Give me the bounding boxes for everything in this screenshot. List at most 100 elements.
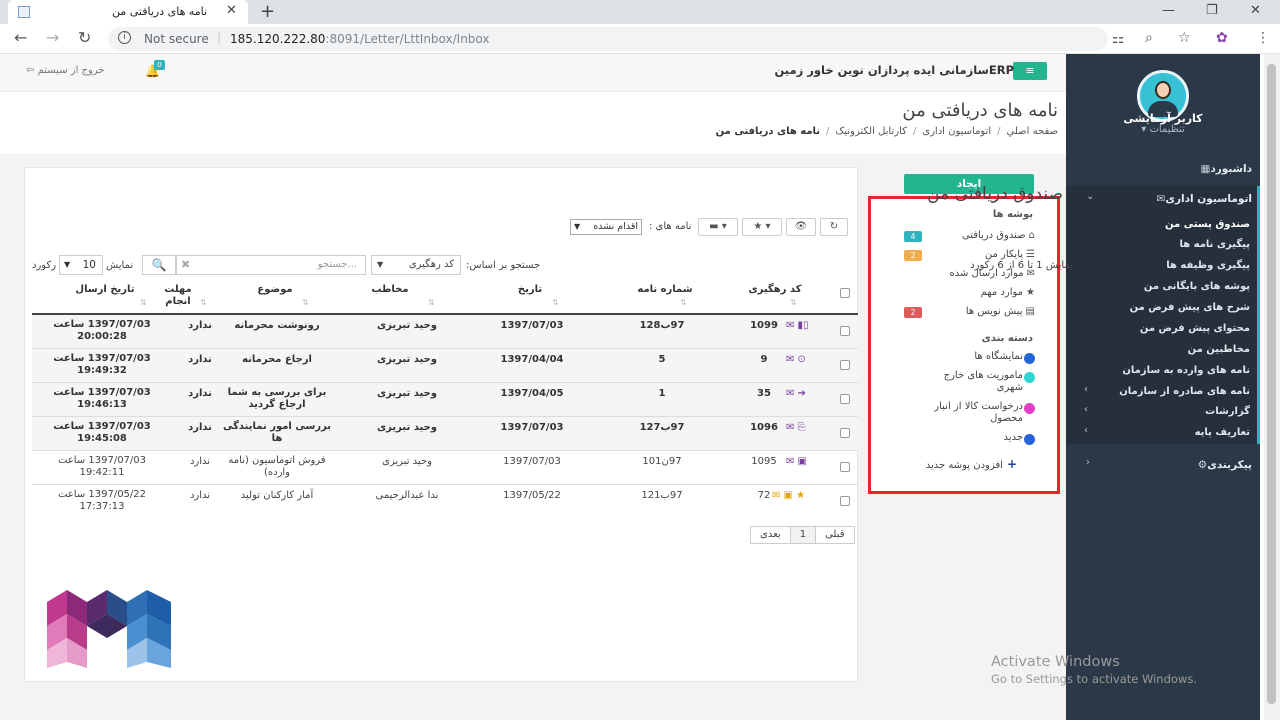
breadcrumb-automation[interactable]: اتوماسیون اداری [922,126,991,137]
pager-prev[interactable]: قبلی [816,527,853,543]
folder-my-cartable[interactable]: ☰پایکار من [985,249,1035,260]
search-by-select[interactable]: کد رهگیری ▼ [371,255,461,275]
draft-icon: ▤ [1025,306,1035,317]
category-missions[interactable]: ماموریت های خارج شهری [923,370,1023,394]
sidebar-item-base-definitions[interactable]: تعاریف پایه [1195,427,1250,438]
bookmark-star-icon[interactable]: ☆ [1178,30,1191,46]
view-button[interactable]: 👁 [786,218,816,236]
col-header-contact[interactable]: مخاطب [345,284,435,296]
back-icon[interactable]: ← [14,28,27,47]
cell-deadline: ندارد [188,422,212,433]
star-menu-button[interactable]: ★ ▾ [742,218,782,236]
sidebar-item-dashboard[interactable]: ▦داشبورد [1196,163,1252,175]
sidebar-item-my-mailbox[interactable]: صندوق پستی من [1165,219,1250,230]
breadcrumb-home[interactable]: صفحه اصلي [1007,126,1058,137]
sidebar-item-automation[interactable]: ✉اتوماسیون اداری [1153,193,1252,205]
page-scrollbar[interactable] [1264,54,1280,720]
row-checkbox[interactable] [840,326,850,336]
zoom-icon[interactable]: ⌕ [1145,30,1153,46]
folder-inbox[interactable]: ⌂صندوق دریافتی [962,230,1035,241]
col-header-number[interactable]: شماره نامه [610,284,720,296]
sidebar-item-task-tracking[interactable]: پیگیری وظیفه ها [1166,260,1250,271]
page-size-value: 10 [82,259,96,271]
select-all-checkbox[interactable] [840,288,850,298]
breadcrumb-cartable[interactable]: کارتابل الکترونیک [835,126,906,137]
sort-icon[interactable]: ⇅ [680,298,687,307]
sidebar-item-configuration[interactable]: ⚙پیکربندی [1194,459,1252,471]
row-checkbox[interactable] [840,496,850,506]
col-header-date[interactable]: تاریخ [480,284,580,296]
new-tab-button[interactable]: + [260,1,275,22]
sort-icon[interactable]: ⇅ [428,298,435,307]
sort-icon[interactable]: ⇅ [552,298,559,307]
browser-menu-icon[interactable]: ⋮ [1256,30,1270,46]
col-header-sent[interactable]: تاریخ ارسال [60,284,150,296]
table-row[interactable]: ✉ ➔ 35 1 1397/04/05 وحید تبریزی برای برر… [32,383,858,417]
search-button[interactable]: 🔍 [142,255,176,275]
close-window-icon[interactable]: ✕ [1250,3,1261,18]
folder-drafts[interactable]: ▤پیش نویس ها [966,306,1035,317]
row-checkbox[interactable] [840,394,850,404]
user-settings-link[interactable]: تنظیمات ▾ [1066,124,1260,135]
pagination: بعدی 1 قبلی [750,526,855,544]
sidebar-toggle-button[interactable]: ≡ [1013,62,1047,80]
chevron-right-icon[interactable]: › [1086,457,1090,468]
logout-link[interactable]: خروج از سیستم ⇦ [26,65,105,76]
add-folder-link[interactable]: +افزودن پوشه جدید [926,457,1017,471]
page-size-select[interactable]: 10 ▼ [59,255,103,275]
row-checkbox[interactable] [840,360,850,370]
url-bar[interactable]: i Not secure | 185.120.222.80:8091/Lette… [108,27,1108,51]
sidebar-item-default-descriptions[interactable]: شرح های پیش فرض من [1130,302,1250,313]
sidebar-item-default-content[interactable]: محتوای پیش فرض من [1140,323,1250,334]
close-tab-icon[interactable]: ✕ [226,3,237,18]
sidebar-item-archive-folders[interactable]: پوشه های بایگانی من [1144,281,1250,292]
row-checkbox[interactable] [840,462,850,472]
category-goods-request[interactable]: درخواست کالا از انبار محصول [915,401,1023,425]
table-row[interactable]: ✉ ⊙ 9 5 1397/04/04 وحید تبریزی ارجاع محر… [32,349,858,383]
chevron-left-icon[interactable]: ‹ [1084,384,1088,395]
folder-menu-button[interactable]: ▬ ▾ [698,218,738,236]
plus-icon: + [1006,457,1017,471]
table-row[interactable]: ✉ ▣ ★ 72 97ب121 1397/05/22 ندا عبدالرحیم… [32,485,858,519]
search-input[interactable]: جستجو... ✖ [176,255,366,275]
pager-page-1[interactable]: 1 [790,527,817,543]
url-separator: | [217,30,222,45]
browser-tab[interactable]: نامه های دریافتی من ✕ [8,0,248,24]
letters-filter-select[interactable]: اقدام نشده ▼ [570,219,642,235]
forward-icon[interactable]: → [46,28,59,47]
chevron-left-icon[interactable]: ‹ [1084,425,1088,436]
sidebar-item-reports[interactable]: گزارشات [1205,406,1250,417]
sidebar-item-letter-tracking[interactable]: پیگیری نامه ها [1179,239,1250,250]
col-header-tracking[interactable]: کد رهگیری [730,284,820,296]
sidebar-item-contacts[interactable]: مخاطبین من [1188,344,1250,355]
col-header-subject[interactable]: موضوع [220,284,330,296]
cell-date: 1397/07/03 [503,456,561,467]
chevron-down-icon[interactable]: ⌄ [1086,191,1094,202]
translate-icon[interactable]: ⚏ [1112,31,1125,47]
table-row[interactable]: ✉ ▮▯ 1099 97ب128 1397/07/03 وحید تبریزی … [32,315,858,349]
sort-icon[interactable]: ⇅ [140,298,147,307]
row-checkbox[interactable] [840,428,850,438]
minimize-window-icon[interactable]: — [1162,3,1175,18]
reload-icon[interactable]: ↻ [78,28,91,47]
sort-icon[interactable]: ⇅ [200,298,207,307]
sidebar-item-incoming-letters[interactable]: نامه های وارده به سازمان [1122,365,1250,376]
sidebar-item-outgoing-letters[interactable]: نامه های صادره از سازمان [1119,386,1250,397]
table-row[interactable]: ✉ ▣ 1095 97ن101 1397/07/03 وحید تبریزی ف… [32,451,858,485]
clear-search-icon[interactable]: ✖ [181,258,190,271]
folder-important[interactable]: ★موارد مهم [981,287,1035,298]
col-header-deadline[interactable]: مهلت انجام [158,284,198,308]
extension-icon[interactable]: ✿ [1216,30,1228,46]
cell-date: 1397/04/04 [500,354,564,365]
restore-window-icon[interactable]: ❐ [1206,3,1218,18]
sort-icon[interactable]: ⇅ [790,298,797,307]
chevron-left-icon[interactable]: ‹ [1084,404,1088,415]
site-info-icon[interactable]: i [118,31,131,44]
table-row[interactable]: ✉ ⎘ 1096 97ب127 1397/07/03 وحید تبریزی ب… [32,417,858,451]
category-new[interactable]: جدید [1004,432,1023,444]
pager-next[interactable]: بعدی [751,527,791,543]
sort-icon[interactable]: ⇅ [302,298,309,307]
scrollbar-thumb[interactable] [1267,64,1276,704]
category-exhibitions[interactable]: نمایشگاه ها [974,351,1023,363]
refresh-button[interactable]: ↻ [820,218,848,236]
